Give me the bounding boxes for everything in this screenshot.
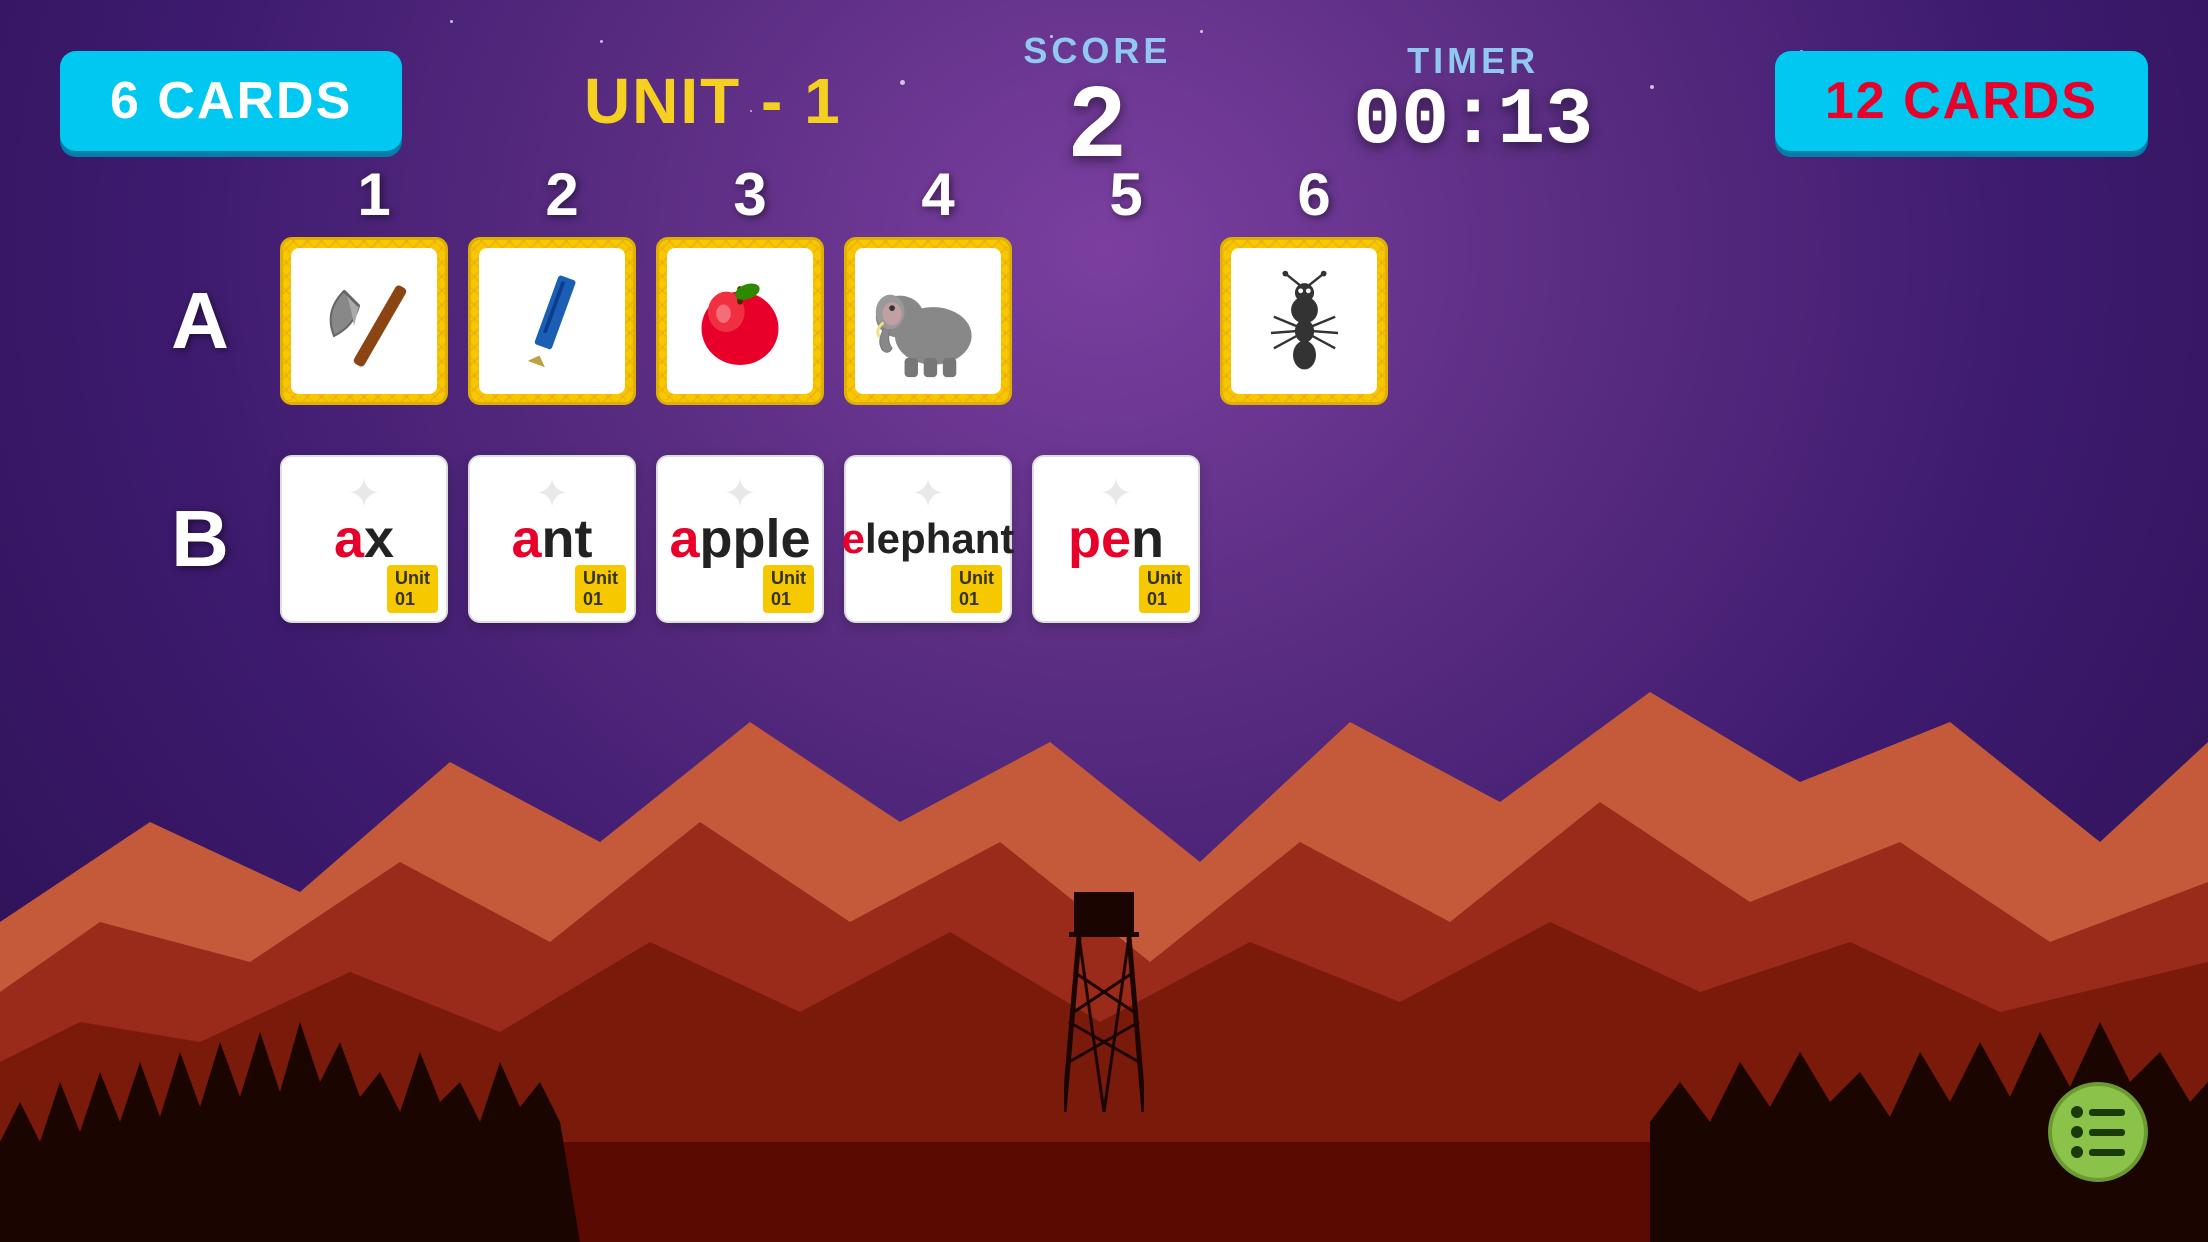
row-b: B ✦ ax Unit01 ✦ ant Unit01 ✦ <box>120 455 2088 623</box>
image-card-3[interactable] <box>656 237 824 405</box>
col-num-5: 5 <box>1032 160 1220 229</box>
menu-icon <box>2071 1106 2125 1158</box>
6-cards-button[interactable]: 6 CARDS <box>60 51 402 151</box>
word-card-apple[interactable]: ✦ apple Unit01 <box>656 455 824 623</box>
image-card-5-empty <box>1032 237 1200 405</box>
pen-icon <box>497 266 607 376</box>
unit-badge-ax: Unit01 <box>387 565 438 613</box>
menu-button[interactable] <box>2048 1082 2148 1182</box>
unit-label: UNIT - 1 <box>584 64 842 138</box>
elephant-icon <box>871 264 986 379</box>
word-card-pen[interactable]: ✦ pen Unit01 <box>1032 455 1200 623</box>
word-text-pen: pen <box>1068 508 1164 570</box>
image-card-1[interactable] <box>280 237 448 405</box>
ant-icon <box>1247 264 1362 379</box>
score-value: 2 <box>1023 72 1171 172</box>
image-card-2[interactable] <box>468 237 636 405</box>
score-section: SCORE 2 <box>1023 30 1171 172</box>
col-num-3: 3 <box>656 160 844 229</box>
col-num-1: 1 <box>280 160 468 229</box>
image-card-6[interactable] <box>1220 237 1388 405</box>
unit-badge-pen: Unit01 <box>1139 565 1190 613</box>
timer-section: TIMER 00:13 <box>1353 40 1593 162</box>
apple-icon <box>685 266 795 376</box>
col-num-6: 6 <box>1220 160 1408 229</box>
word-card-ant[interactable]: ✦ ant Unit01 <box>468 455 636 623</box>
cards-area: 1 2 3 4 5 6 A <box>0 160 2208 623</box>
row-a-label: A <box>120 275 280 367</box>
unit-badge-apple: Unit01 <box>763 565 814 613</box>
image-card-4[interactable] <box>844 237 1012 405</box>
timer-value: 00:13 <box>1353 82 1593 162</box>
ui-layer: 6 CARDS UNIT - 1 SCORE 2 TIMER 00:13 12 … <box>0 0 2208 1242</box>
row-b-label: B <box>120 493 280 585</box>
word-text-apple: apple <box>669 508 810 570</box>
axe-icon <box>304 261 424 381</box>
12-cards-button[interactable]: 12 CARDS <box>1775 51 2148 151</box>
word-text-elephant: elephant <box>842 515 1015 563</box>
column-numbers: 1 2 3 4 5 6 <box>280 160 2088 229</box>
header: 6 CARDS UNIT - 1 SCORE 2 TIMER 00:13 12 … <box>0 0 2208 172</box>
word-card-elephant[interactable]: ✦ elephant Unit01 <box>844 455 1012 623</box>
unit-badge-elephant: Unit01 <box>951 565 1002 613</box>
word-text-ant: ant <box>511 508 592 570</box>
word-text-ax: ax <box>334 508 394 570</box>
row-a: A <box>120 237 2088 405</box>
col-num-4: 4 <box>844 160 1032 229</box>
col-num-2: 2 <box>468 160 656 229</box>
word-card-ax[interactable]: ✦ ax Unit01 <box>280 455 448 623</box>
unit-badge-ant: Unit01 <box>575 565 626 613</box>
